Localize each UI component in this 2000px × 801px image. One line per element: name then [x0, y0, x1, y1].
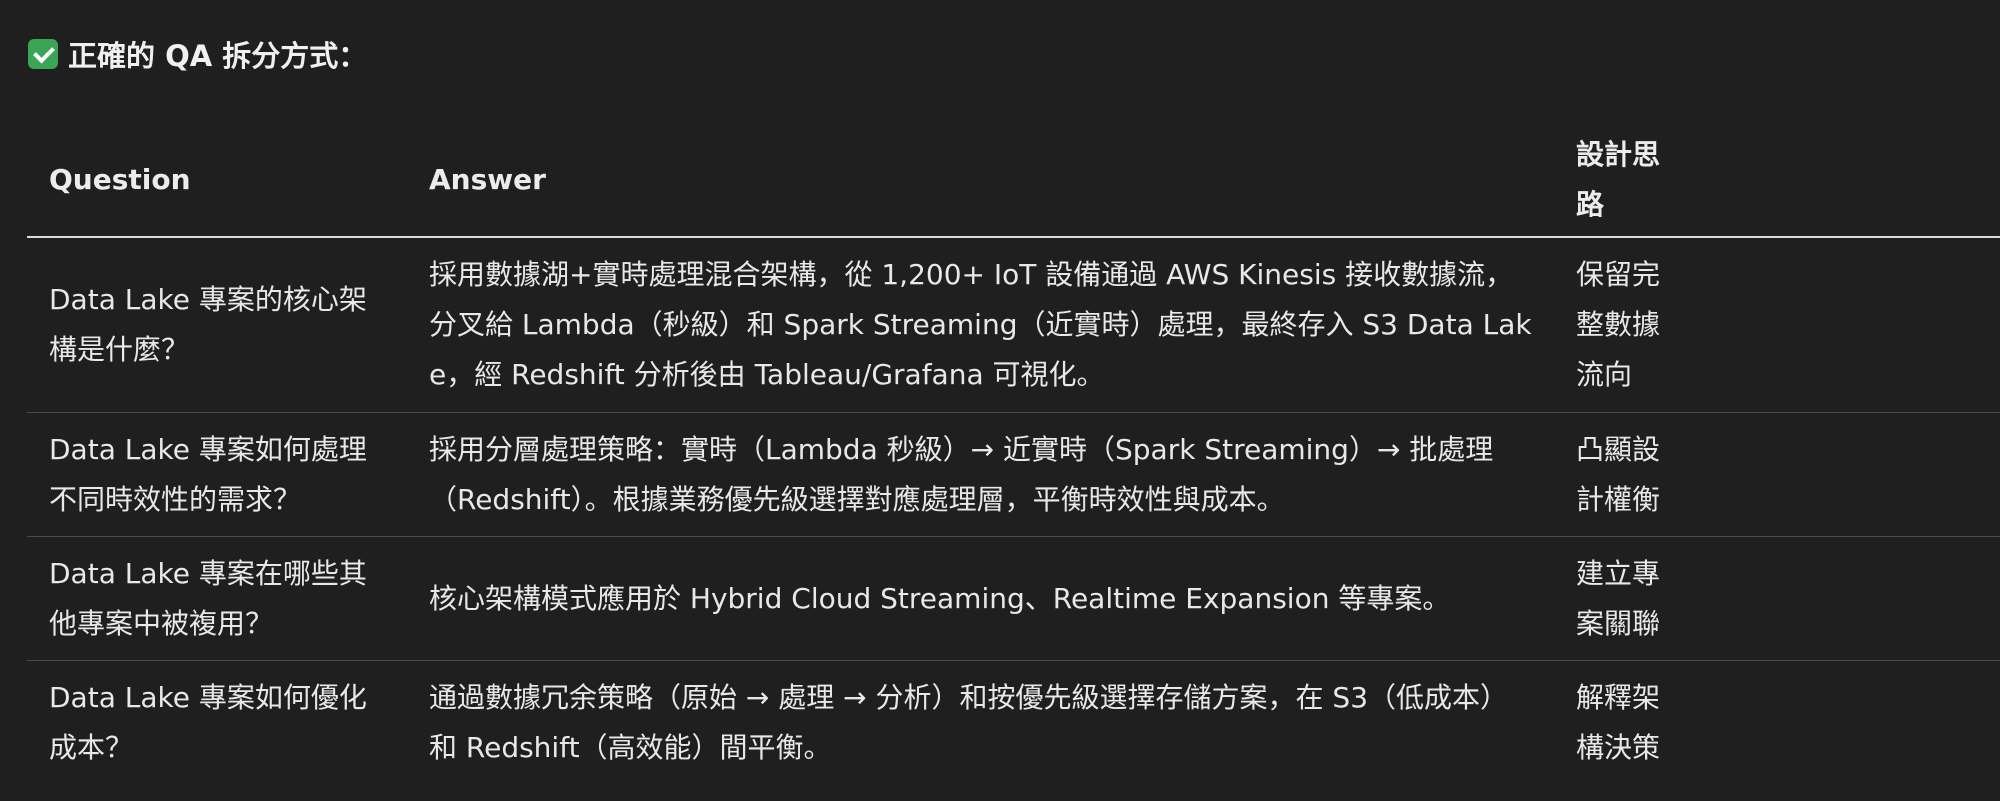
question-text: Data Lake 專案如何優化成本？	[49, 680, 367, 764]
header-answer-label: Answer	[429, 163, 546, 196]
cell-design: 建立專案關聯	[1554, 536, 2000, 661]
header-design-label: 設計思路	[1576, 138, 1661, 221]
cell-answer: 核心架構模式應用於 Hybrid Cloud Streaming、Realtim…	[407, 536, 1554, 661]
cell-question: Data Lake 專案在哪些其他專案中被複用？	[27, 536, 407, 661]
table-header-row: Question Answer 設計思路	[27, 124, 2000, 238]
page: 正確的 QA 拆分方式： Question Answer 設計思路 Data L…	[0, 0, 2000, 801]
section-heading: 正確的 QA 拆分方式：	[28, 34, 367, 74]
qa-table: Question Answer 設計思路 Data Lake 專案的核心架構是什…	[27, 124, 2000, 784]
cell-design: 解釋架構決策	[1554, 661, 2000, 785]
answer-text: 通過數據冗余策略（原始 → 處理 → 分析）和按優先級選擇存儲方案，在 S3（低…	[429, 680, 1509, 764]
cell-answer: 通過數據冗余策略（原始 → 處理 → 分析）和按優先級選擇存儲方案，在 S3（低…	[407, 661, 1554, 785]
answer-text: 採用數據湖+實時處理混合架構，從 1,200+ IoT 設備通過 AWS Kin…	[429, 258, 1532, 391]
cell-answer: 採用分層處理策略：實時（Lambda 秒級）→ 近實時（Spark Stream…	[407, 412, 1554, 537]
table-row: Data Lake 專案在哪些其他專案中被複用？ 核心架構模式應用於 Hybri…	[27, 536, 2000, 661]
question-text: Data Lake 專案在哪些其他專案中被複用？	[49, 556, 367, 640]
table-row: Data Lake 專案的核心架構是什麼？ 採用數據湖+實時處理混合架構，從 1…	[27, 237, 2000, 413]
section-heading-text: 正確的 QA 拆分方式：	[68, 39, 368, 73]
design-text: 凸顯設計權衡	[1576, 432, 1661, 516]
cell-design: 凸顯設計權衡	[1554, 412, 2000, 537]
question-text: Data Lake 專案如何處理不同時效性的需求？	[49, 432, 367, 516]
cell-question: Data Lake 專案如何優化成本？	[27, 661, 407, 785]
design-text: 解釋架構決策	[1576, 680, 1661, 764]
cell-question: Data Lake 專案的核心架構是什麼？	[27, 237, 407, 413]
answer-text: 採用分層處理策略：實時（Lambda 秒級）→ 近實時（Spark Stream…	[429, 432, 1494, 516]
header-question: Question	[27, 124, 407, 238]
cell-answer: 採用數據湖+實時處理混合架構，從 1,200+ IoT 設備通過 AWS Kin…	[407, 237, 1554, 413]
design-text: 建立專案關聯	[1576, 556, 1661, 640]
check-mark-icon	[28, 39, 58, 69]
cell-question: Data Lake 專案如何處理不同時效性的需求？	[27, 412, 407, 537]
answer-text: 核心架構模式應用於 Hybrid Cloud Streaming、Realtim…	[429, 581, 1451, 615]
table-row: Data Lake 專案如何處理不同時效性的需求？ 採用分層處理策略：實時（La…	[27, 412, 2000, 537]
header-design: 設計思路	[1554, 124, 2000, 238]
table-row: Data Lake 專案如何優化成本？ 通過數據冗余策略（原始 → 處理 → 分…	[27, 661, 2000, 785]
question-text: Data Lake 專案的核心架構是什麼？	[49, 283, 367, 366]
design-text: 保留完整數據流向	[1576, 258, 1661, 391]
header-answer: Answer	[407, 124, 1554, 238]
header-question-label: Question	[49, 163, 191, 196]
cell-design: 保留完整數據流向	[1554, 237, 2000, 413]
